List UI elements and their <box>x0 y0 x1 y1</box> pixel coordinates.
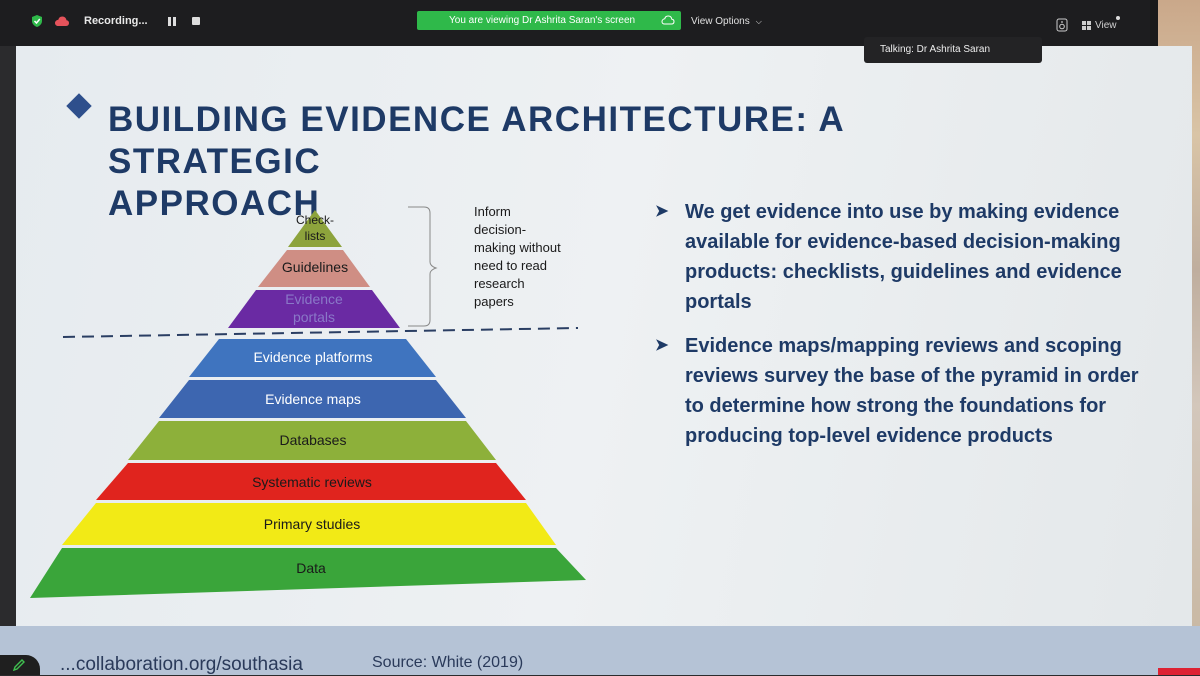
pyramid-label-evidence-portals: Evidence portals <box>285 290 343 326</box>
pyramid-label-databases: Databases <box>279 432 347 448</box>
evidence-portals-line-1: Evidence <box>285 291 343 307</box>
footer-source: Source: White (2019) <box>372 654 524 671</box>
arrow-bullet-icon: ➤ <box>655 203 669 220</box>
arrow-bullet-icon: ➤ <box>655 337 669 354</box>
pyramid-label-primary-studies: Primary studies <box>263 516 361 532</box>
pyramid-label-systematic-reviews: Systematic reviews <box>252 474 372 490</box>
bullet-item: ➤ Evidence maps/mapping reviews and scop… <box>655 331 1155 451</box>
pencil-icon <box>12 659 25 672</box>
inform-note: Inform decision- making without need to … <box>474 203 594 311</box>
checklists-line-2: lists <box>304 229 326 243</box>
bullet-text-1: We get evidence into use by making evide… <box>685 201 1122 313</box>
evidence-portals-line-2: portals <box>292 309 336 325</box>
pyramid-label-checklists: Check- lists <box>296 212 334 244</box>
pyramid-label-data: Data <box>296 560 326 576</box>
inform-note-line: decision- <box>474 222 527 237</box>
pyramid-label-evidence-platforms: Evidence platforms <box>253 349 373 365</box>
inform-note-line: papers <box>474 294 514 309</box>
checklists-line-1: Check- <box>295 213 335 227</box>
bullet-list: ➤ We get evidence into use by making evi… <box>655 197 1155 451</box>
pyramid-bracket <box>408 206 438 327</box>
leave-button[interactable] <box>1158 668 1200 675</box>
inform-note-line: research <box>474 276 525 291</box>
inform-note-line: making without <box>474 240 561 255</box>
footer-url: ...collaboration.org/southasia <box>60 654 303 675</box>
pyramid-label-evidence-maps: Evidence maps <box>265 391 361 407</box>
talking-indicator: Talking: Dr Ashrita Saran <box>864 37 1042 63</box>
bullet-item: ➤ We get evidence into use by making evi… <box>655 197 1155 317</box>
bullet-text-2: Evidence maps/mapping reviews and scopin… <box>685 335 1139 447</box>
pyramid-divider-line <box>62 327 579 338</box>
inform-note-line: need to read <box>474 258 548 273</box>
inform-note-line: Inform <box>474 204 511 219</box>
pyramid-label-guidelines: Guidelines <box>281 259 349 275</box>
